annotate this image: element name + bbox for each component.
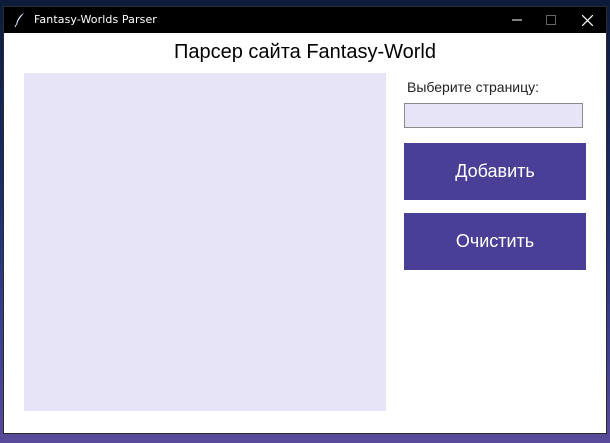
window-title: Fantasy-Worlds Parser xyxy=(34,13,157,26)
maximize-icon xyxy=(546,15,556,25)
page-select-label: Выберите страницу: xyxy=(407,79,540,95)
title-bar[interactable]: Fantasy-Worlds Parser xyxy=(4,7,606,33)
maximize-button[interactable] xyxy=(534,7,568,33)
minimize-button[interactable] xyxy=(500,7,534,33)
close-icon xyxy=(581,14,593,26)
feather-quill-icon xyxy=(13,12,27,28)
app-window: Fantasy-Worlds Parser Парсер сайта Fanta… xyxy=(3,6,607,434)
clear-button[interactable]: Очистить xyxy=(404,213,586,270)
add-button[interactable]: Добавить xyxy=(404,143,586,200)
page-title: Парсер сайта Fantasy-World xyxy=(173,41,436,63)
page-input[interactable] xyxy=(404,103,583,128)
results-listbox[interactable] xyxy=(24,73,386,411)
close-button[interactable] xyxy=(570,7,604,33)
minimize-icon xyxy=(512,15,522,25)
